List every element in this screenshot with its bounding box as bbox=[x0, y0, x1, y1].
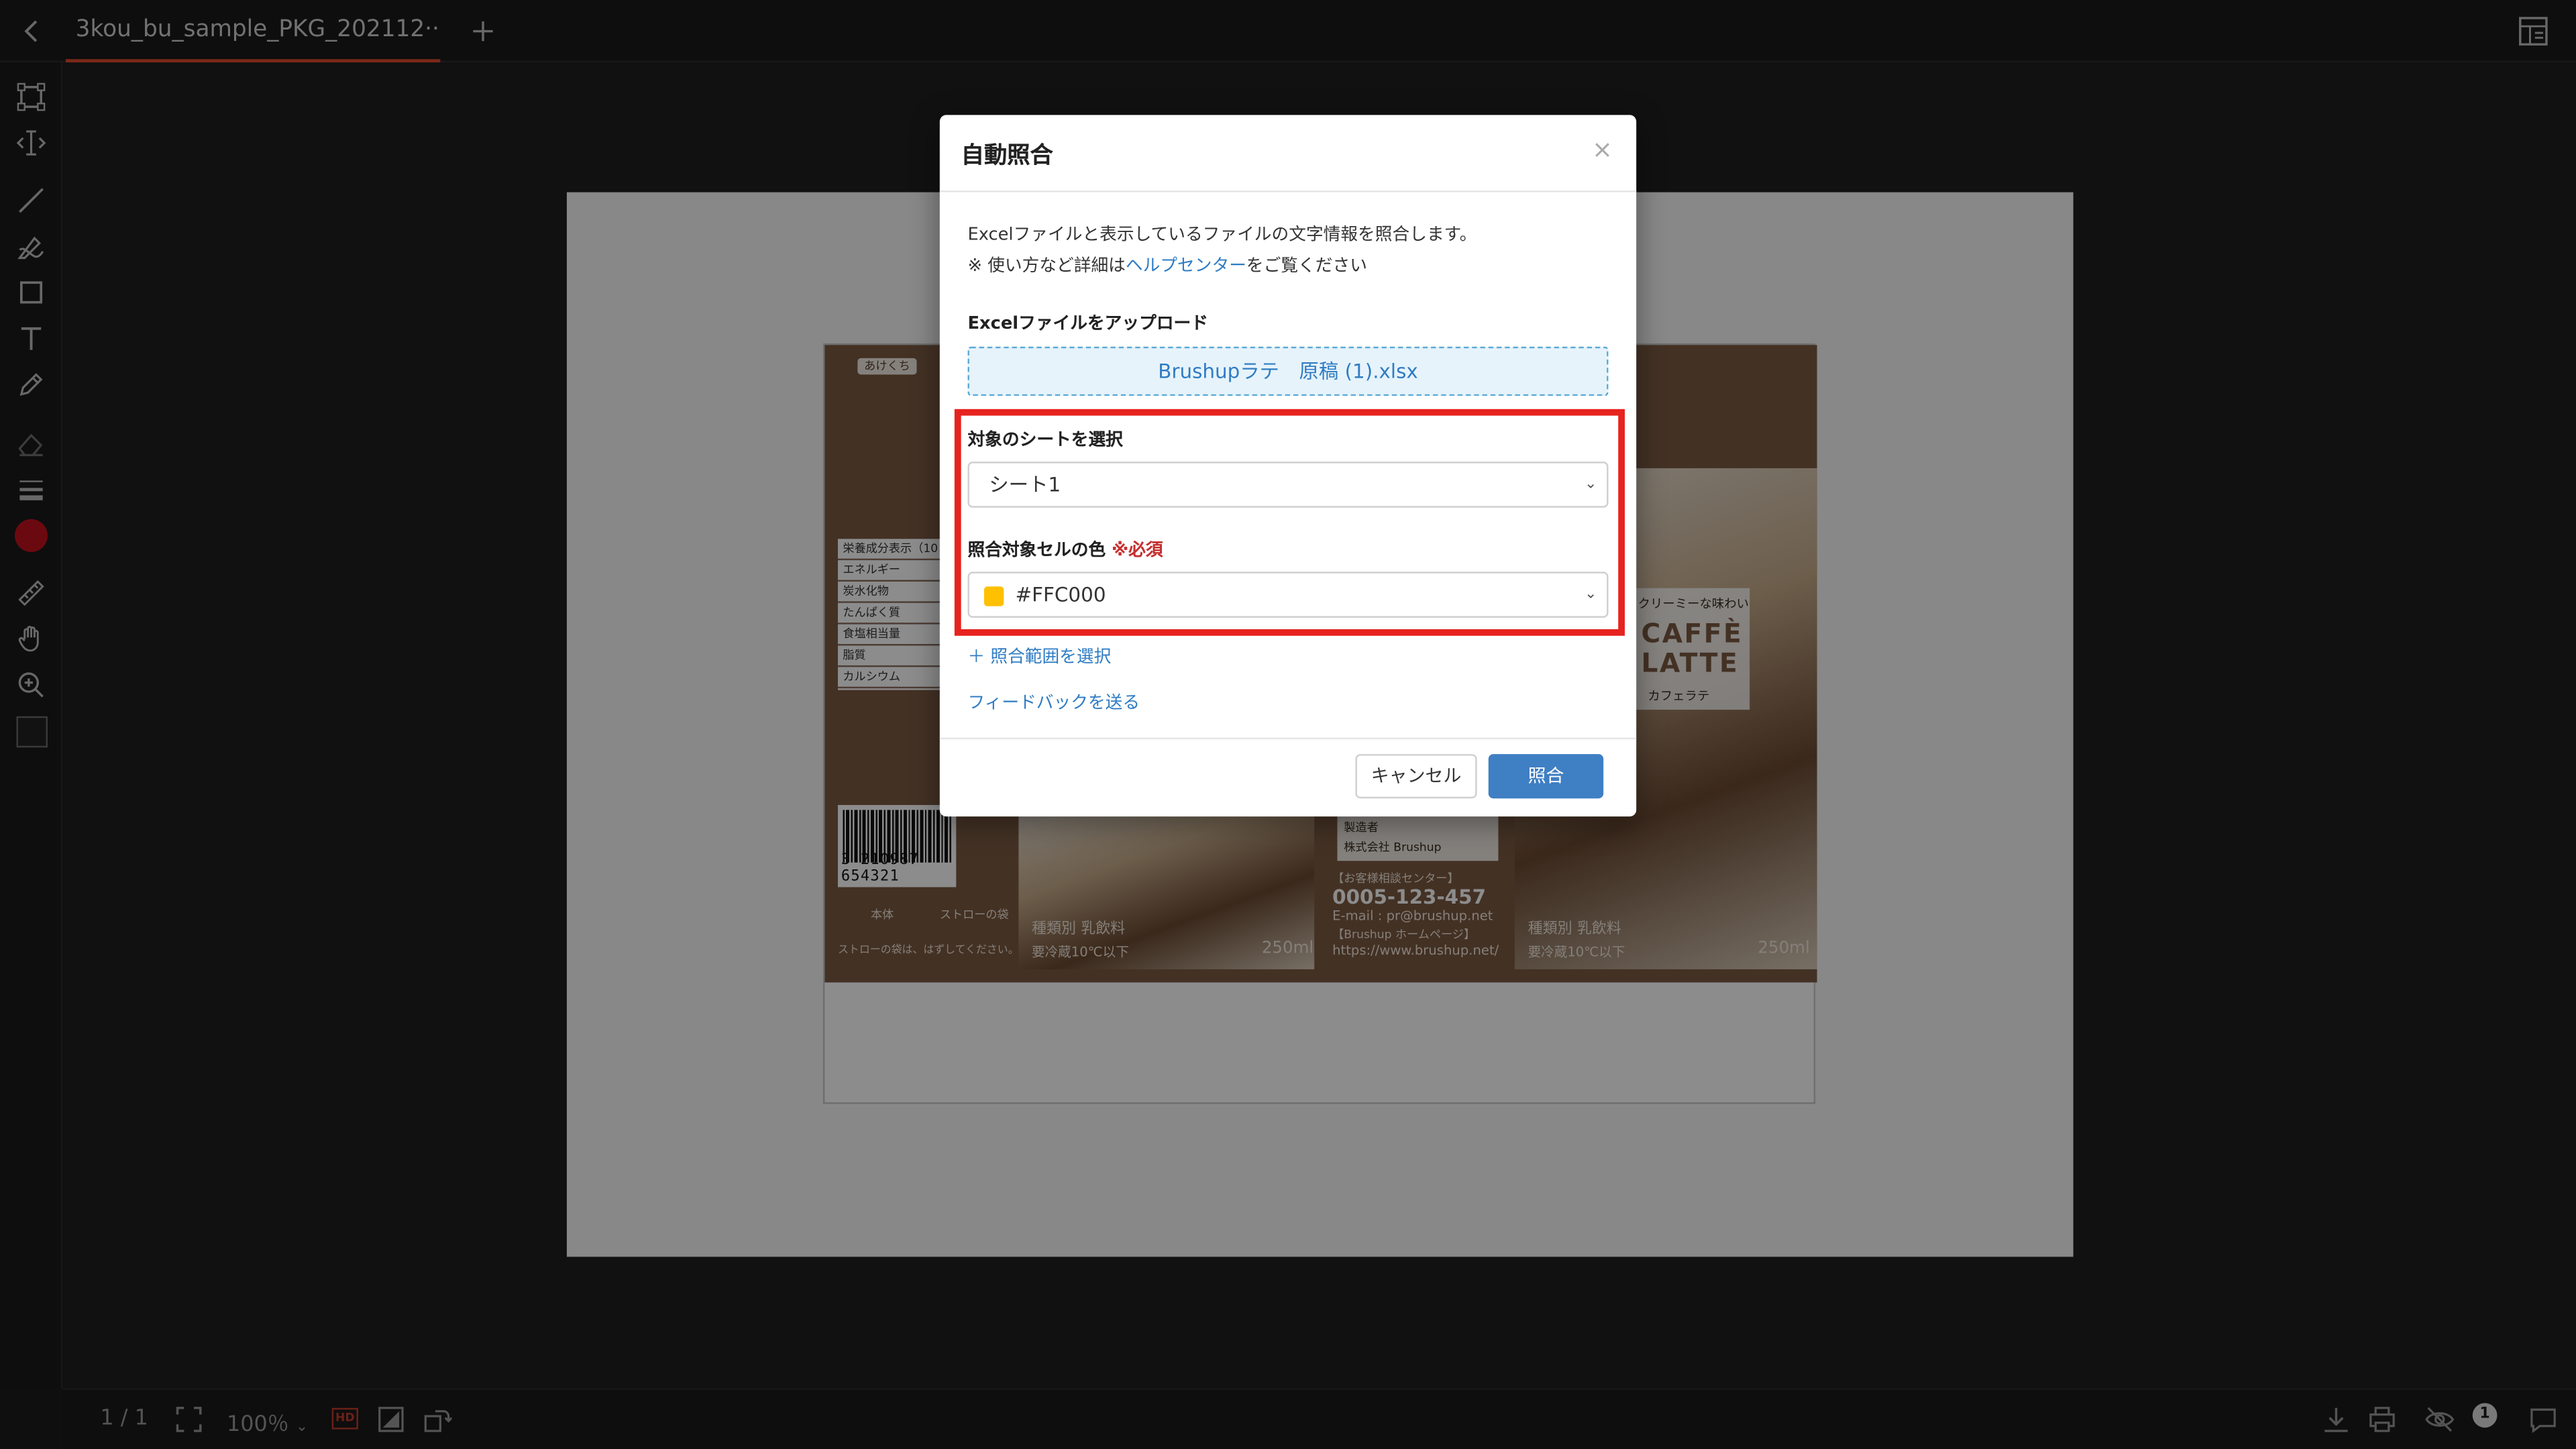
feedback-link[interactable]: フィードバックを送る bbox=[967, 690, 1140, 715]
dialog-title: 自動照合 bbox=[961, 143, 1053, 170]
help-center-link[interactable]: ヘルプセンター bbox=[1126, 256, 1246, 276]
sheet-select[interactable]: シート1 ⌄ bbox=[967, 462, 1609, 508]
color-label: 照合対象セルの色 ※必須 bbox=[967, 537, 1163, 562]
select-range-link[interactable]: ＋ 照合範囲を選択 bbox=[967, 644, 1111, 669]
dialog-help-note: ※ 使い方など詳細はヘルプセンターをご覧ください bbox=[967, 253, 1366, 278]
sheet-select-value: シート1 bbox=[989, 473, 1061, 496]
cancel-button[interactable]: キャンセル bbox=[1355, 754, 1477, 799]
dialog-footer-divider bbox=[939, 737, 1637, 740]
dialog-description: Excelファイルと表示しているファイルの文字情報を照合します。 bbox=[967, 225, 1477, 245]
color-swatch-icon bbox=[983, 586, 1004, 606]
sheet-label: 対象のシートを選択 bbox=[967, 430, 1123, 451]
app-root: 3kou_bu_sample_PKG_202112··· あけくち 栄養成分表示… bbox=[0, 0, 2576, 1449]
color-select[interactable]: #FFC000 ⌄ bbox=[967, 572, 1609, 618]
chevron-down-icon: ⌄ bbox=[1584, 476, 1597, 493]
match-button[interactable]: 照合 bbox=[1488, 754, 1604, 799]
auto-match-dialog: 自動照合 × Excelファイルと表示しているファイルの文字情報を照合します。 … bbox=[939, 115, 1637, 817]
help-note-prefix: ※ 使い方など詳細は bbox=[967, 256, 1126, 276]
color-select-value: #FFC000 bbox=[1015, 583, 1106, 606]
upload-label: Excelファイルをアップロード bbox=[967, 313, 1208, 334]
required-mark: ※必須 bbox=[1112, 540, 1163, 561]
excel-upload-dropzone[interactable]: Brushupラテ 原稿 (1).xlsx bbox=[967, 346, 1609, 396]
uploaded-file-name: Brushupラテ 原稿 (1).xlsx bbox=[1158, 360, 1418, 383]
chevron-down-icon: ⌄ bbox=[1584, 586, 1597, 603]
help-note-suffix: をご覧ください bbox=[1246, 256, 1367, 276]
dialog-header: 自動照合 × bbox=[939, 115, 1637, 193]
close-icon[interactable]: × bbox=[1592, 135, 1613, 164]
color-label-text: 照合対象セルの色 bbox=[967, 540, 1106, 561]
